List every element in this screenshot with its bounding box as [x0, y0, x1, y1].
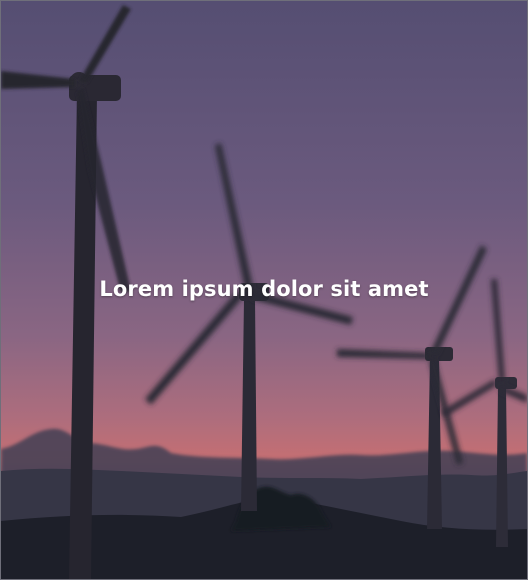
image-caption: Lorem ipsum dolor sit amet [99, 277, 429, 301]
image-frame: Lorem ipsum dolor sit amet [0, 0, 528, 580]
